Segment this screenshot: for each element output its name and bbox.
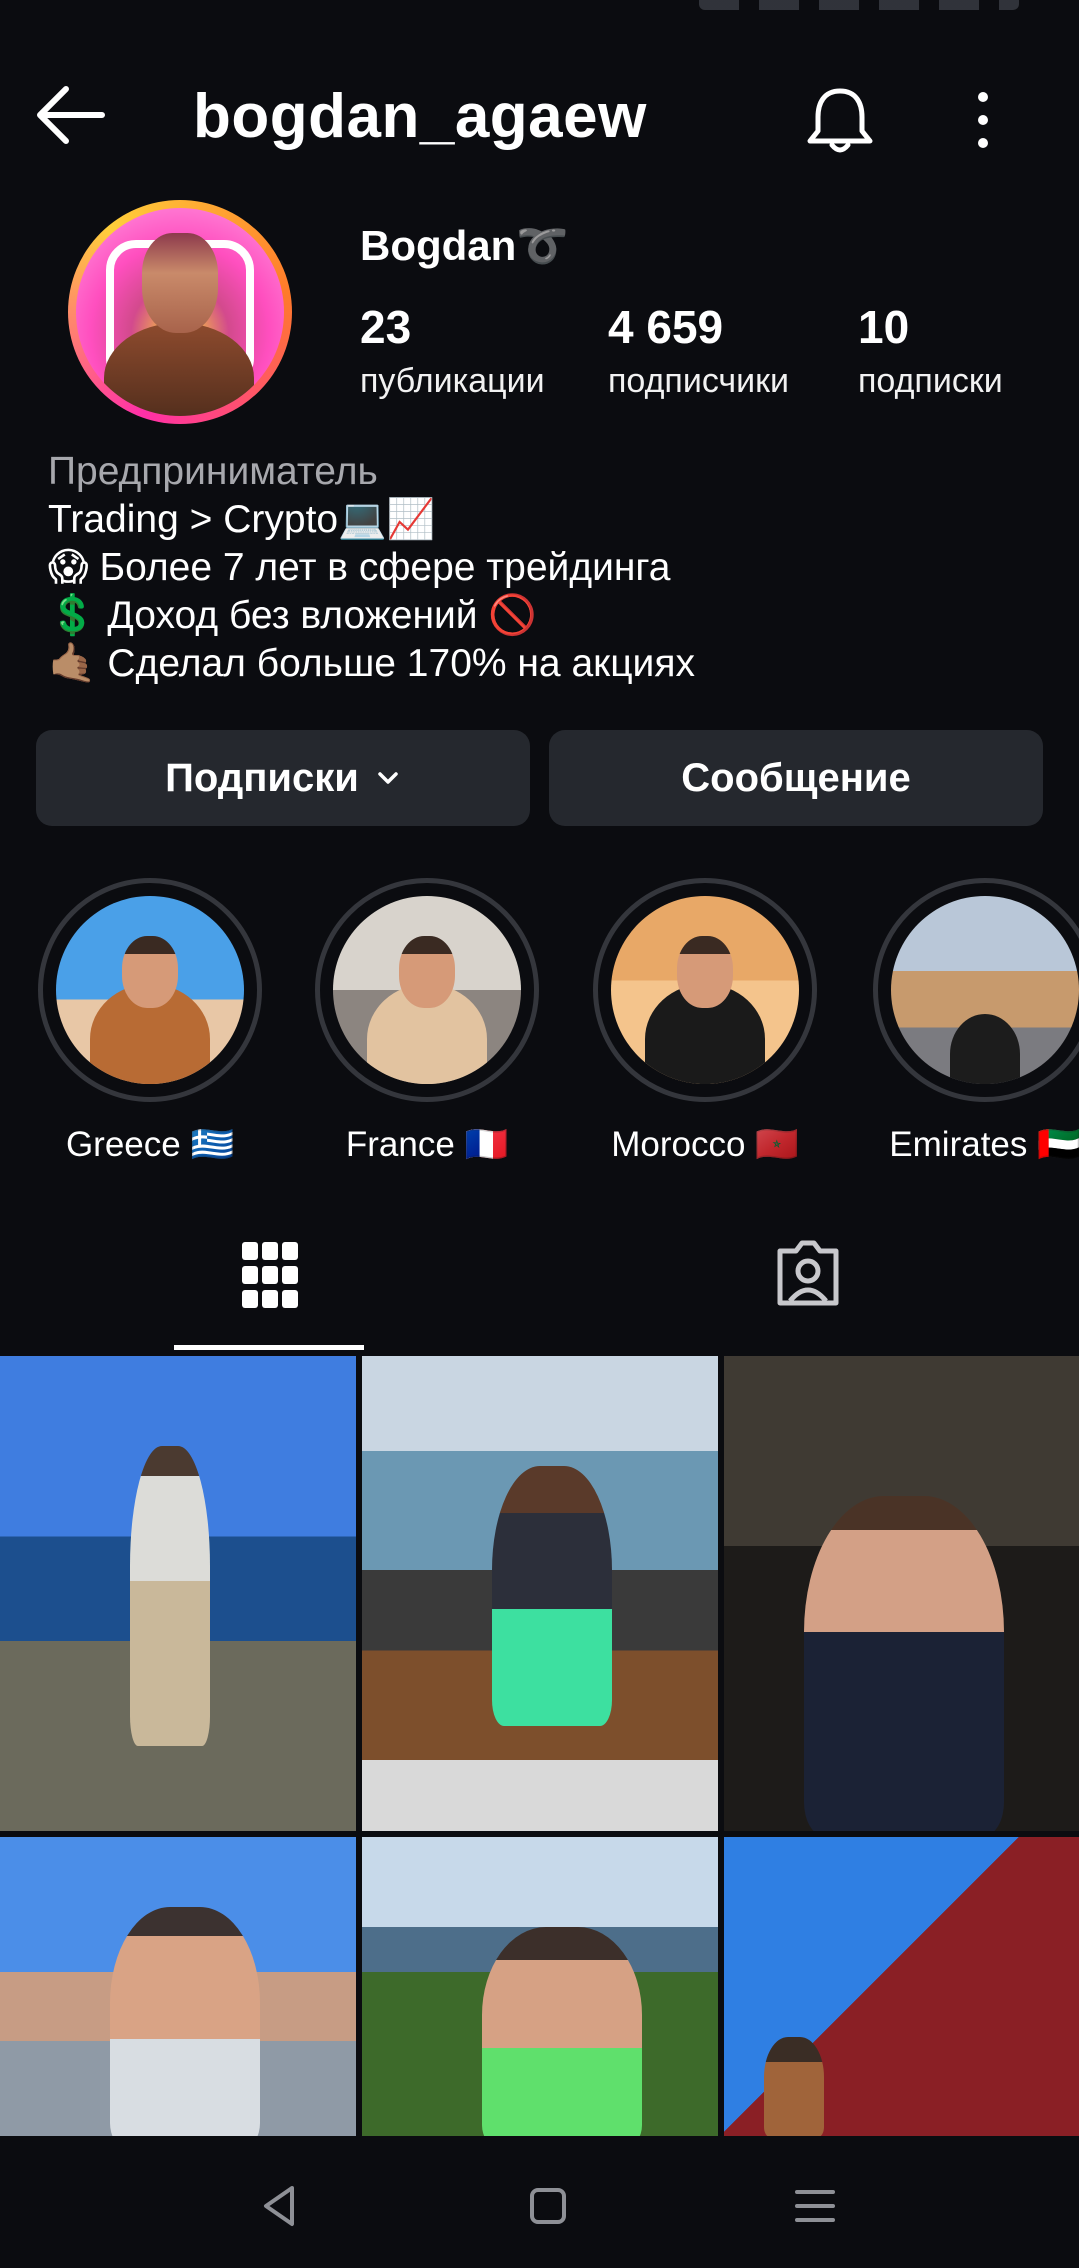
highlight-person-head bbox=[122, 936, 178, 1008]
bio-line: Trading > Crypto💻📈 bbox=[48, 498, 436, 541]
post-thumbnail[interactable] bbox=[724, 1837, 1079, 2137]
stat-value: 10 bbox=[858, 301, 910, 353]
page-title: bogdan_agaew bbox=[193, 82, 647, 151]
tab-tagged[interactable] bbox=[710, 1225, 900, 1355]
bell-icon bbox=[807, 88, 873, 153]
posts-grid bbox=[0, 1356, 1079, 2137]
stat-following[interactable]: 10 подписки bbox=[858, 300, 1003, 401]
stat-followers[interactable]: 4 659 подписчики bbox=[608, 300, 789, 401]
post-thumbnail[interactable] bbox=[0, 1837, 356, 2137]
grid-icon bbox=[242, 1242, 298, 1308]
bio-line: 🤙🏽 Сделал больше 170% на акциях bbox=[48, 642, 695, 685]
highlight-greece[interactable]: Greece 🇬🇷 bbox=[35, 878, 265, 1165]
highlight-ring bbox=[593, 878, 817, 1102]
post-thumbnail[interactable] bbox=[724, 1356, 1079, 1831]
message-button-label: Сообщение bbox=[681, 755, 911, 800]
highlight-person-head bbox=[677, 936, 733, 1008]
avatar-face bbox=[142, 233, 218, 333]
chevron-down-icon bbox=[378, 772, 398, 784]
post-thumbnail[interactable] bbox=[0, 1356, 356, 1831]
stat-posts[interactable]: 23 публикации bbox=[360, 300, 545, 401]
nav-back-triangle-icon bbox=[264, 2186, 294, 2226]
highlight-cover bbox=[611, 896, 799, 1084]
post-person bbox=[482, 1927, 642, 2137]
nav-menu-lines-icon bbox=[795, 2190, 835, 2222]
bio-category: Предприниматель bbox=[48, 450, 378, 493]
arrow-left-icon bbox=[37, 86, 105, 144]
post-person bbox=[804, 1496, 1004, 1831]
bio-line: 😱 Более 7 лет в сфере трейдинга bbox=[48, 546, 671, 589]
notifications-button[interactable] bbox=[800, 85, 880, 155]
post-person bbox=[764, 2037, 824, 2137]
tab-posts-grid[interactable] bbox=[174, 1225, 364, 1355]
more-options-button[interactable] bbox=[958, 85, 1008, 155]
highlight-cover bbox=[891, 896, 1079, 1084]
stat-label: подписки bbox=[858, 362, 1003, 400]
status-icons bbox=[699, 0, 1019, 10]
stat-value: 4 659 bbox=[608, 301, 724, 353]
highlight-ring bbox=[873, 878, 1079, 1102]
display-name: Bogdan➰ bbox=[360, 222, 569, 269]
highlight-person bbox=[950, 1014, 1020, 1084]
highlight-france[interactable]: France 🇫🇷 bbox=[312, 878, 542, 1165]
avatar bbox=[76, 208, 284, 416]
more-vertical-icon bbox=[978, 92, 988, 148]
highlight-cover bbox=[333, 896, 521, 1084]
profile-header: bogdan_agaew bbox=[0, 55, 1079, 185]
following-button-label: Подписки bbox=[165, 755, 359, 800]
active-tab-indicator bbox=[174, 1345, 364, 1350]
system-menu-button[interactable] bbox=[785, 2176, 845, 2236]
message-button[interactable]: Сообщение bbox=[549, 730, 1043, 826]
nav-home-square-icon bbox=[530, 2188, 566, 2224]
avatar-story-ring[interactable] bbox=[68, 200, 292, 424]
system-back-button[interactable] bbox=[250, 2176, 310, 2236]
highlight-cover bbox=[56, 896, 244, 1084]
status-bar bbox=[0, 0, 1079, 40]
post-thumbnail[interactable] bbox=[362, 1837, 718, 2137]
tagged-person-icon bbox=[777, 1240, 839, 1306]
stat-value: 23 bbox=[360, 301, 412, 353]
post-person bbox=[492, 1466, 612, 1726]
following-button[interactable]: Подписки bbox=[36, 730, 530, 826]
highlight-ring bbox=[38, 878, 262, 1102]
highlight-label: Morocco 🇲🇦 bbox=[611, 1125, 799, 1164]
back-button[interactable] bbox=[30, 85, 110, 145]
system-navigation-bar bbox=[0, 2136, 1079, 2268]
bio: Предприниматель Trading > Crypto💻📈 😱 Бол… bbox=[48, 448, 1048, 688]
highlight-ring bbox=[315, 878, 539, 1102]
post-thumbnail[interactable] bbox=[362, 1356, 718, 1831]
highlight-emirates[interactable]: Emirates 🇦🇪 bbox=[870, 878, 1079, 1165]
highlight-label: Emirates 🇦🇪 bbox=[889, 1125, 1079, 1164]
highlight-label: Greece 🇬🇷 bbox=[65, 1125, 235, 1164]
bio-line: 💲 Доход без вложений 🚫 bbox=[48, 594, 537, 637]
highlight-person-head bbox=[399, 936, 455, 1008]
stat-label: публикации bbox=[360, 362, 545, 400]
highlight-label: France 🇫🇷 bbox=[345, 1125, 509, 1164]
stat-label: подписчики bbox=[608, 362, 790, 400]
highlight-morocco[interactable]: Morocco 🇲🇦 bbox=[590, 878, 820, 1165]
post-person bbox=[110, 1907, 260, 2137]
profile-tabs bbox=[0, 1225, 1079, 1355]
post-person bbox=[130, 1446, 210, 1746]
system-home-button[interactable] bbox=[518, 2176, 578, 2236]
